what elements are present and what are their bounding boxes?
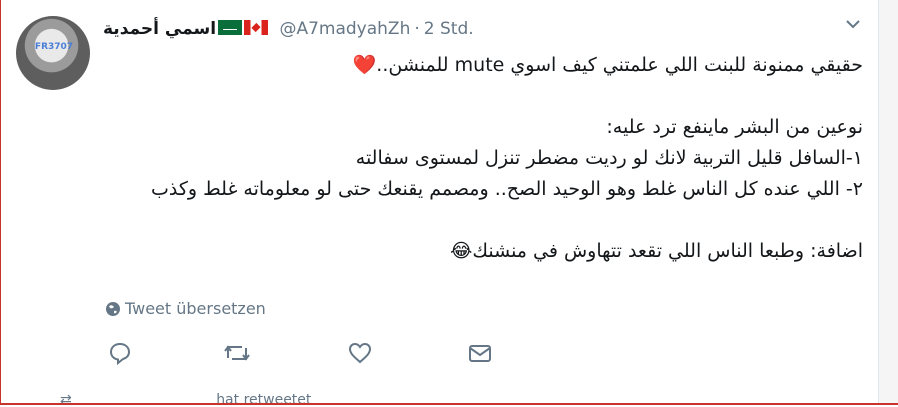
heart-emoji-icon: ❤️	[352, 54, 377, 76]
flag-ca-icon	[244, 20, 269, 35]
tweet-line-5: اضافة: وطبعا الناس اللي تقعد تتهاوش في م…	[450, 240, 863, 262]
chevron-down-icon[interactable]	[841, 14, 865, 38]
tweet-text: حقيقي ممنونة للبنت اللي علمتني كيف اسوي …	[103, 50, 863, 267]
globe-icon	[106, 302, 120, 316]
laugh-emoji-icon: 😂	[450, 240, 473, 262]
separator-dot: ·	[414, 19, 420, 39]
flag-sa-icon	[218, 20, 243, 35]
avatar-badge: FR3707	[34, 42, 74, 52]
tweet-header: اسمي أحمدية @A7madyahZh · 2 Std.	[103, 16, 823, 42]
tweet-line-3: ١-السافل قليل التربية لانك لو رديت مضطر …	[355, 147, 863, 169]
retweet-icon[interactable]	[223, 340, 253, 370]
message-icon[interactable]	[467, 340, 497, 370]
tweet-line-4: ٢- اللي عنده كل الناس غلط وهو الوحيد الص…	[151, 178, 863, 200]
reply-icon[interactable]	[107, 340, 137, 370]
chevron-svg	[846, 20, 860, 29]
tweet-line-2: نوعين من البشر ماينفع ترد عليه:	[606, 116, 863, 138]
tweet-line-1: حقيقي ممنونة للبنت اللي علمتني كيف اسوي …	[352, 54, 863, 76]
user-handle[interactable]: @A7madyahZh	[279, 19, 410, 39]
like-icon[interactable]	[347, 340, 377, 370]
avatar[interactable]: FR3707	[16, 16, 90, 90]
tweet-card[interactable]: FR3707 اسمي أحمدية @A7madyahZh · 2 Std. حق…	[1, 0, 878, 405]
tweet-actions	[105, 340, 545, 370]
display-name[interactable]: اسمي أحمدية	[103, 19, 216, 39]
translate-tweet-link[interactable]: Tweet übersetzen	[105, 297, 266, 321]
scrollbar-track[interactable]	[878, 0, 898, 405]
timestamp[interactable]: 2 Std.	[424, 19, 474, 39]
translate-label: Tweet übersetzen	[125, 299, 266, 318]
